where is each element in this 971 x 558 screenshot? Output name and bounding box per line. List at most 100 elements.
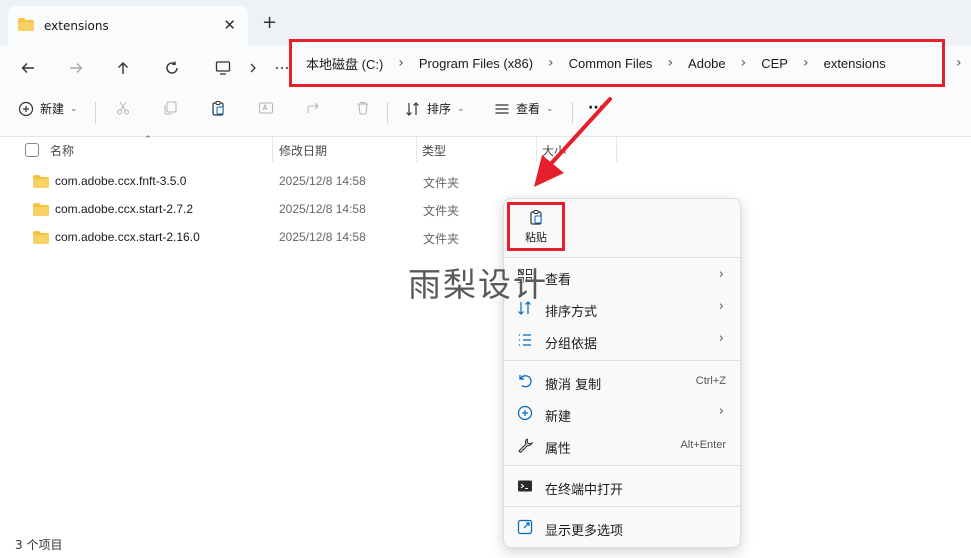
menu-item-label: 新建: [545, 410, 572, 425]
new-tab-icon[interactable]: +: [262, 12, 277, 33]
menu-item-new[interactable]: 新建 ›: [504, 398, 740, 428]
sort-ascending-icon: ⌃: [144, 135, 152, 145]
breadcrumb-cep[interactable]: CEP: [761, 56, 788, 71]
chevron-right-icon: ›: [802, 55, 809, 71]
clipboard-icon: [530, 209, 542, 225]
trash-icon: [357, 102, 369, 115]
chevron-down-icon: ⌄: [70, 103, 78, 114]
file-row[interactable]: com.adobe.ccx.start-2.7.2 2025/12/8 14:5…: [25, 196, 505, 224]
file-row[interactable]: com.adobe.ccx.start-2.16.0 2025/12/8 14:…: [25, 224, 505, 252]
menu-divider: [504, 257, 740, 258]
file-date: 2025/12/8 14:58: [279, 202, 366, 216]
rename-icon: [259, 102, 273, 114]
paste-button[interactable]: 粘贴: [507, 202, 565, 251]
file-row[interactable]: com.adobe.ccx.fnft-3.5.0 2025/12/8 14:58…: [25, 168, 505, 196]
clipboard-icon: [212, 101, 224, 116]
chevron-right-icon: [238, 53, 268, 83]
close-tab-icon[interactable]: ✕: [223, 16, 236, 34]
undo-icon: [519, 375, 532, 388]
menu-item-more-options[interactable]: 显示更多选项: [504, 512, 740, 542]
file-type: 文件夹: [423, 232, 460, 246]
plus-circle-icon: [517, 405, 533, 421]
folder-icon: [18, 17, 34, 34]
chevron-right-icon: ›: [398, 55, 404, 71]
more-options-icon: [517, 519, 533, 535]
annotation-arrow-icon: [534, 97, 612, 187]
column-divider[interactable]: [416, 137, 417, 162]
file-type: 文件夹: [423, 176, 460, 190]
copy-icon: [164, 101, 177, 115]
menu-divider: [504, 465, 740, 466]
breadcrumb-adobe[interactable]: Adobe: [688, 56, 726, 71]
computer-icon[interactable]: [208, 53, 238, 83]
delete-button[interactable]: [355, 100, 371, 116]
folder-icon: [33, 203, 49, 219]
menu-item-label: 属性: [545, 442, 572, 457]
divider: [95, 102, 96, 124]
sort-button[interactable]: 排序 ⌄: [405, 100, 465, 117]
address-path-highlight[interactable]: 本地磁盘 (C:) › Program Files (x86) › Common…: [289, 39, 945, 87]
column-header: ⌃ 名称 修改日期 类型 大小: [0, 135, 971, 162]
tab-extensions[interactable]: extensions ✕: [8, 6, 248, 45]
divider: [387, 102, 388, 124]
folder-icon: [33, 175, 49, 191]
command-bar: 新建 ⌄ 排序 ⌄ 查看 ⌄ ···: [0, 90, 971, 137]
sort-icon: [518, 301, 531, 315]
menu-item-undo[interactable]: 撤消 复制 Ctrl+Z: [504, 366, 740, 396]
menu-item-view[interactable]: 查看 ›: [504, 261, 740, 291]
share-button[interactable]: [306, 100, 322, 116]
folder-icon: [33, 231, 49, 247]
file-name: com.adobe.ccx.start-2.7.2: [55, 202, 194, 216]
menu-item-group[interactable]: 分组依据 ›: [504, 325, 740, 355]
copy-button[interactable]: [162, 100, 178, 116]
new-button-label: 新建: [40, 102, 65, 116]
menu-item-label: 在终端中打开: [545, 483, 624, 498]
plus-circle-icon: [18, 101, 34, 116]
refresh-icon[interactable]: [157, 53, 187, 83]
breadcrumb-program-files[interactable]: Program Files (x86): [419, 56, 533, 71]
menu-item-shortcut: Alt+Enter: [680, 439, 726, 451]
sort-icon: [406, 101, 419, 116]
breadcrumb-common-files[interactable]: Common Files: [569, 56, 653, 71]
status-item-count: 3 个项目: [15, 538, 63, 552]
column-date[interactable]: 修改日期: [279, 142, 327, 159]
share-icon: [307, 102, 319, 113]
breadcrumb-drive[interactable]: 本地磁盘 (C:): [306, 54, 383, 73]
menu-item-sort[interactable]: 排序方式 ›: [504, 293, 740, 323]
sort-button-label: 排序: [427, 102, 452, 116]
column-divider[interactable]: [272, 137, 273, 162]
menu-item-shortcut: Ctrl+Z: [695, 375, 726, 387]
up-icon[interactable]: [108, 53, 138, 83]
chevron-right-icon: ›: [548, 55, 554, 71]
forward-icon[interactable]: [61, 53, 91, 83]
chevron-right-icon: ›: [718, 404, 724, 419]
menu-item-properties[interactable]: 属性 Alt+Enter: [504, 430, 740, 460]
chevron-right-icon: ›: [740, 55, 747, 71]
context-menu: 粘贴 查看 › 排序方式 › 分组依据 › 撤消 复制 Ctrl+Z 新建 › …: [503, 198, 741, 548]
select-all-checkbox[interactable]: [25, 143, 39, 157]
menu-item-label: 显示更多选项: [545, 524, 624, 539]
chevron-down-icon: ⌄: [457, 103, 465, 114]
menu-item-terminal[interactable]: 在终端中打开: [504, 471, 740, 501]
grid-icon: [518, 269, 532, 283]
paste-toolbar-button[interactable]: [210, 100, 226, 116]
new-button[interactable]: 新建 ⌄: [18, 100, 78, 117]
menu-item-label: 查看: [545, 273, 572, 288]
cut-icon: [117, 101, 129, 115]
breadcrumb-extensions[interactable]: extensions: [824, 56, 886, 71]
menu-divider: [504, 360, 740, 361]
rename-button[interactable]: [258, 100, 274, 116]
menu-item-label: 排序方式: [545, 305, 598, 320]
file-date: 2025/12/8 14:58: [279, 174, 366, 188]
chevron-right-icon[interactable]: ›: [956, 55, 962, 71]
chevron-right-icon: ›: [667, 55, 674, 71]
back-icon[interactable]: [13, 53, 43, 83]
chevron-right-icon: ›: [718, 331, 724, 346]
file-date: 2025/12/8 14:58: [279, 230, 366, 244]
menu-item-label: 分组依据: [545, 337, 598, 352]
chevron-right-icon: ›: [718, 299, 724, 314]
chevron-right-icon: ›: [718, 267, 724, 282]
cut-button[interactable]: [115, 100, 131, 116]
column-name[interactable]: 名称: [50, 142, 74, 159]
column-type[interactable]: 类型: [422, 142, 446, 159]
